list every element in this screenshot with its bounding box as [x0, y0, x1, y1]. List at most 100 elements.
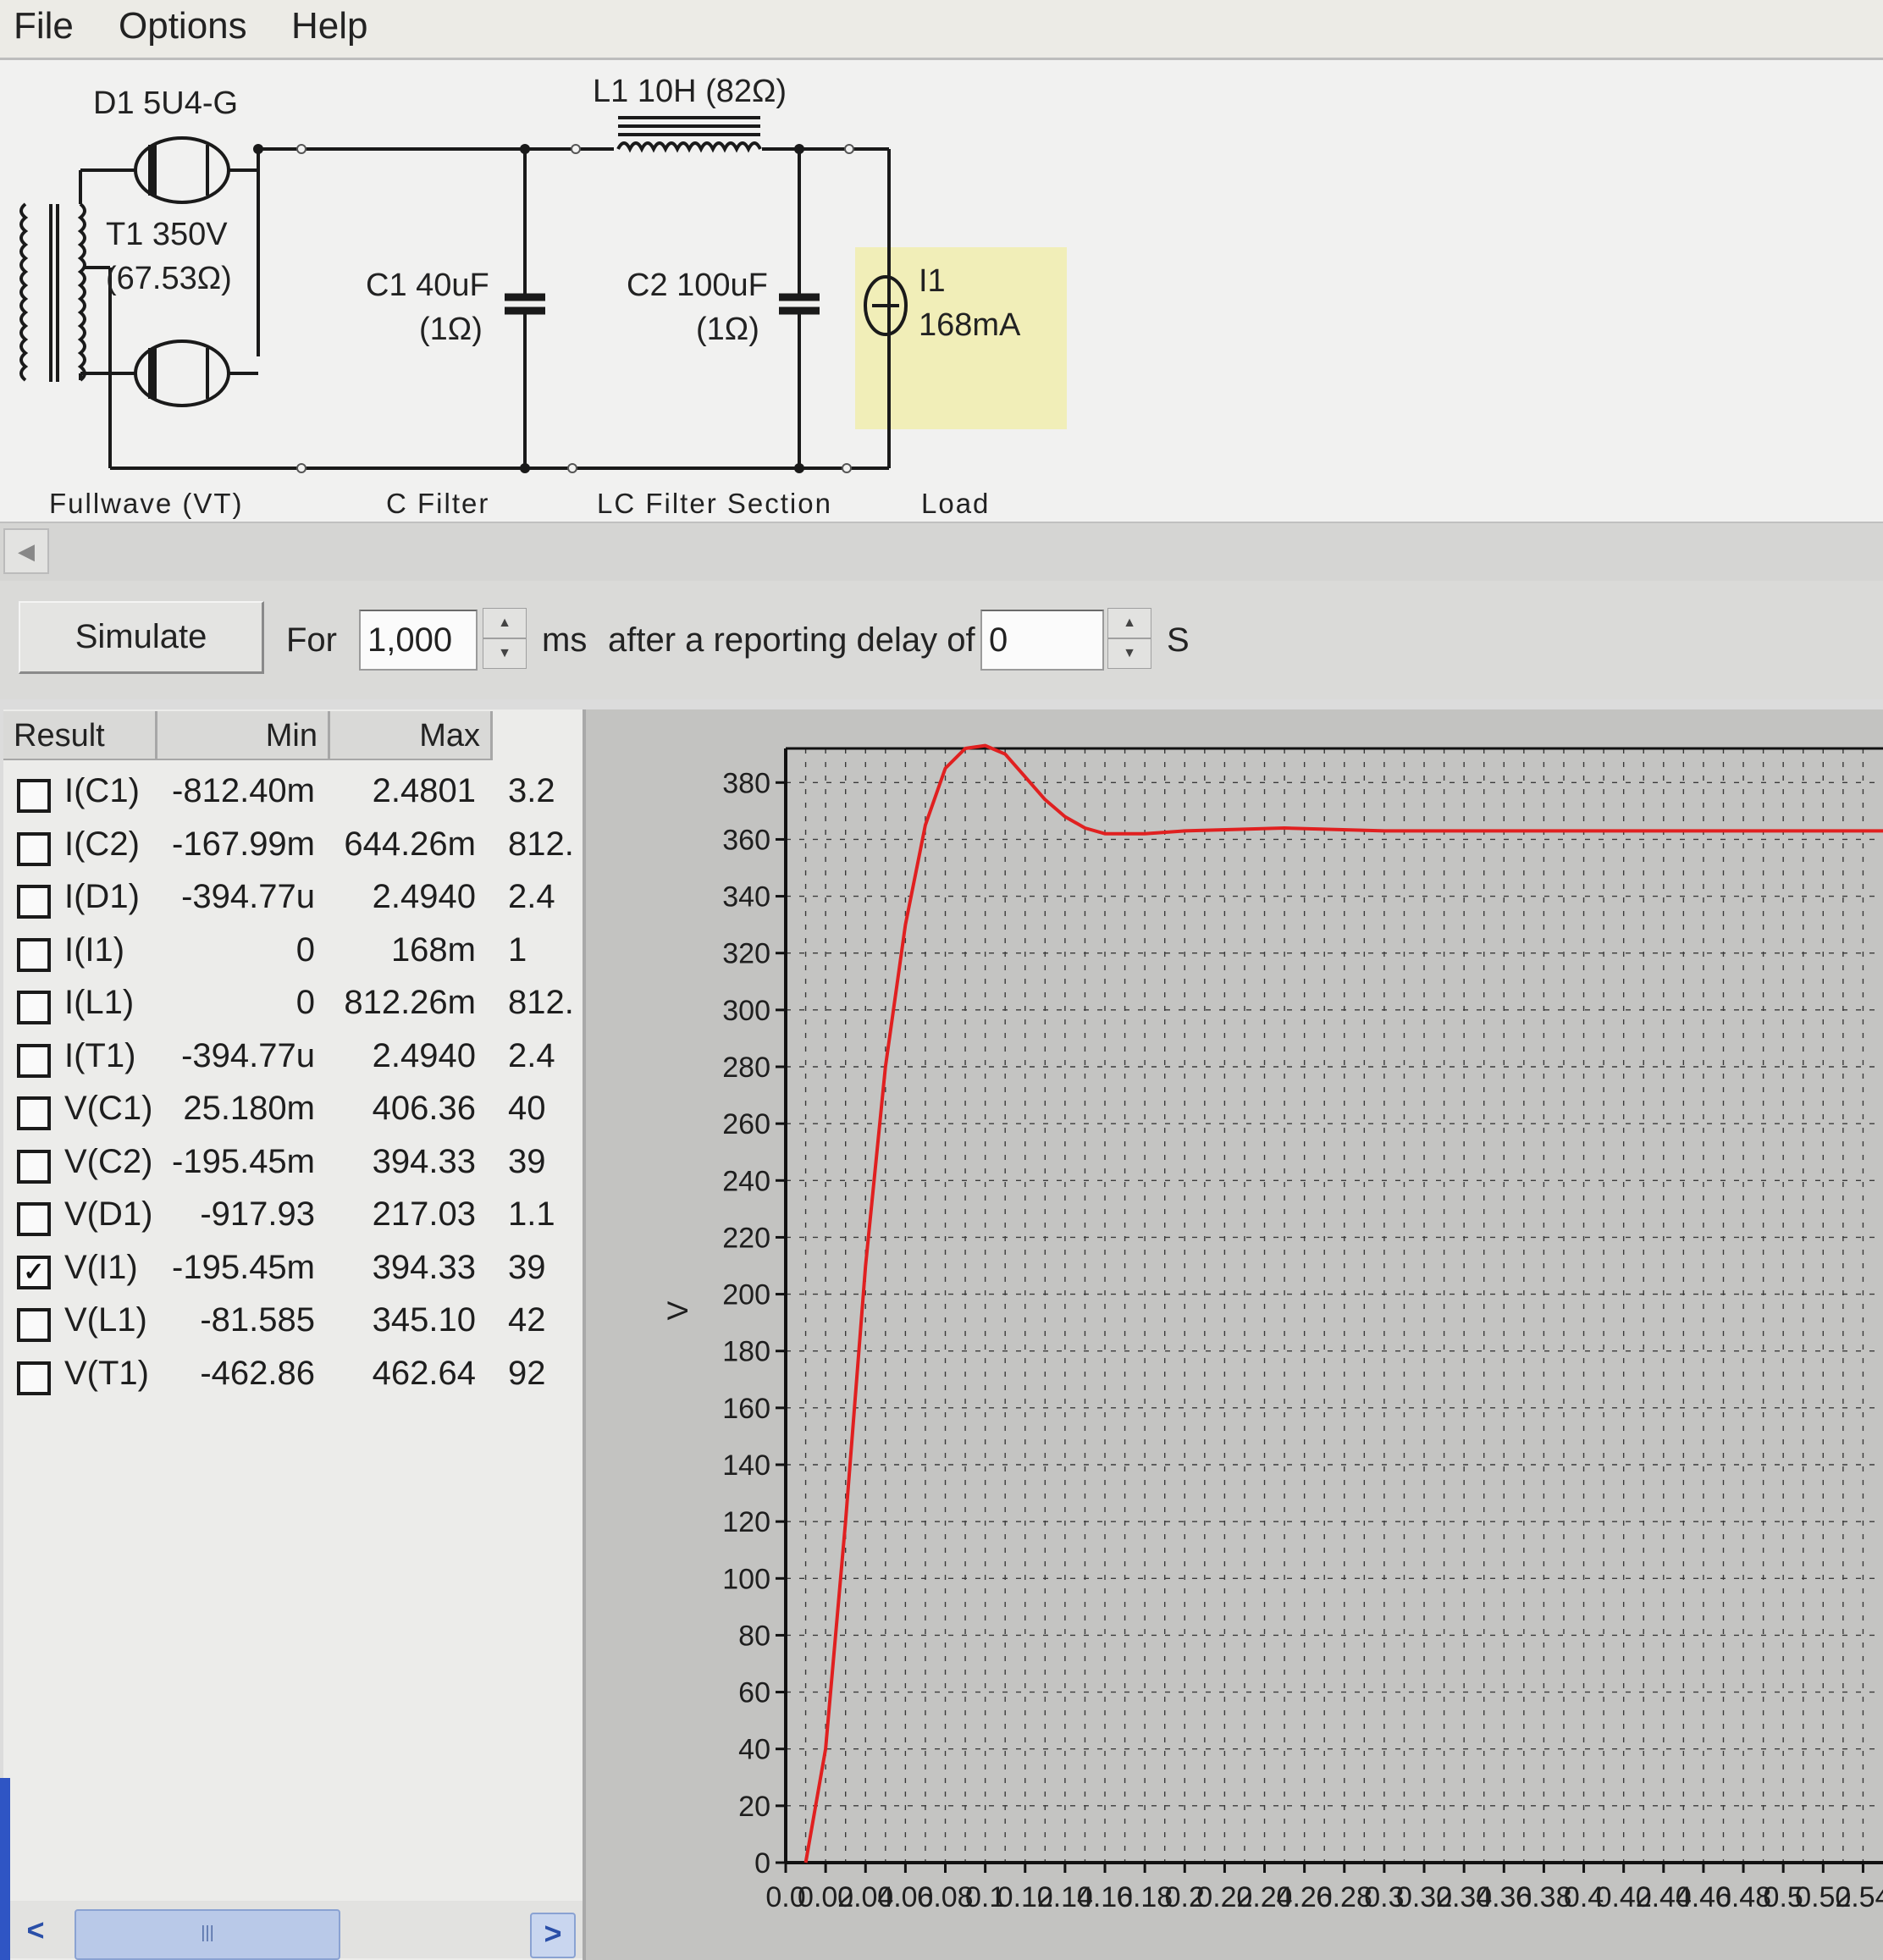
result-checkbox[interactable]	[17, 1202, 51, 1236]
result-row[interactable]: I(L1) 0 812.26m 812.	[3, 980, 583, 1033]
result-name: V(C2)	[64, 1142, 153, 1180]
y-tick-label: 300	[722, 995, 770, 1027]
result-min: 25.180m	[183, 1090, 315, 1127]
result-name: I(C1)	[64, 772, 140, 809]
result-row[interactable]: V(C1) 25.180m 406.36 40	[3, 1086, 583, 1139]
column-min[interactable]: Min	[157, 711, 330, 760]
t1-resistance-label: (67.53Ω)	[106, 261, 232, 296]
result-max: 406.36	[372, 1090, 476, 1127]
result-row[interactable]: V(L1) -81.585 345.10 42	[3, 1298, 583, 1350]
result-checkbox[interactable]	[17, 1149, 51, 1184]
y-tick-label: 0	[754, 1847, 770, 1880]
result-row[interactable]: V(T1) -462.86 462.64 92	[3, 1351, 583, 1404]
result-extra: 1.1	[508, 1195, 555, 1233]
column-max[interactable]: Max	[330, 711, 493, 760]
y-tick-label: 240	[722, 1165, 770, 1197]
t1-label: T1 350V	[106, 217, 228, 252]
result-row[interactable]: I(D1) -394.77u 2.4940 2.4	[3, 875, 583, 927]
c1-label: C1 40uF	[366, 268, 489, 303]
spin-down-icon[interactable]: ▼	[1107, 638, 1151, 669]
result-max: 812.26m	[344, 984, 476, 1021]
transformer-icon	[19, 168, 135, 468]
result-extra: 2.4	[508, 878, 555, 915]
result-min: -917.93	[200, 1195, 315, 1233]
menu-options[interactable]: Options	[119, 5, 247, 47]
results-scrollbar[interactable]: < ||| >	[3, 1901, 583, 1960]
results-list: Result Min Max I(C1) -812.40m 2.4801 3.2 I(C…	[3, 709, 586, 1960]
delay-input[interactable]	[980, 610, 1104, 671]
column-result[interactable]: Result	[3, 711, 157, 760]
result-row[interactable]: I(I1) 0 168m 1	[3, 928, 583, 980]
result-name: V(T1)	[64, 1354, 149, 1392]
result-extra: 3.2	[508, 772, 555, 809]
result-name: I(D1)	[64, 878, 140, 915]
result-row[interactable]: I(T1) -394.77u 2.4940 2.4	[3, 1034, 583, 1086]
y-tick-label: 200	[722, 1279, 770, 1311]
menu-help[interactable]: Help	[291, 5, 368, 47]
result-extra: 39	[508, 1248, 546, 1286]
y-tick-label: 380	[722, 767, 770, 799]
section-fullwave: Fullwave (VT)	[49, 488, 244, 519]
y-tick-label: 100	[722, 1563, 770, 1595]
result-checkbox[interactable]	[17, 1308, 51, 1342]
result-max: 217.03	[372, 1195, 476, 1233]
menu-file[interactable]: File	[14, 5, 74, 47]
c2-label: C2 100uF	[627, 268, 768, 303]
y-axis-label: V	[662, 1300, 694, 1320]
result-name: I(C2)	[64, 825, 140, 863]
result-checkbox[interactable]: ✓	[17, 1255, 51, 1289]
scroll-left-arrow-icon[interactable]: ◀	[3, 528, 49, 574]
scroll-left-arrow-icon[interactable]: <	[15, 1913, 56, 1955]
result-checkbox[interactable]	[17, 1361, 51, 1395]
delay-spinner[interactable]: ▲ ▼	[1107, 608, 1151, 672]
chart-svg: 0 20 40 60 80 100 120 140 160 180 200 220 240 260 280 3…	[662, 743, 1883, 1913]
duration-spinner[interactable]: ▲ ▼	[483, 608, 527, 672]
result-min: -195.45m	[172, 1248, 315, 1286]
result-extra: 812.	[508, 825, 574, 863]
result-checkbox[interactable]	[17, 831, 51, 866]
result-extra: 92	[508, 1354, 546, 1392]
result-min: 0	[295, 930, 315, 969]
scroll-right-arrow-icon[interactable]: >	[530, 1913, 576, 1958]
current-source-icon	[864, 275, 908, 336]
spin-up-icon[interactable]: ▲	[1107, 608, 1151, 638]
result-extra: 42	[508, 1301, 546, 1339]
result-checkbox[interactable]	[17, 991, 51, 1024]
y-tick-label: 360	[722, 824, 770, 856]
y-tick-label: 260	[722, 1108, 770, 1140]
y-tick-label: 280	[722, 1052, 770, 1084]
result-checkbox[interactable]	[17, 779, 51, 813]
result-min: -167.99m	[172, 825, 315, 863]
result-min: -394.77u	[181, 878, 315, 915]
spin-up-icon[interactable]: ▲	[483, 608, 527, 638]
d1-label: D1 5U4-G	[93, 86, 239, 121]
scroll-thumb[interactable]: |||	[75, 1909, 340, 1960]
result-checkbox[interactable]	[17, 1043, 51, 1078]
c1-resistance-label: (1Ω)	[419, 312, 483, 347]
l1-label: L1 10H (82Ω)	[593, 74, 787, 109]
spin-down-icon[interactable]: ▼	[483, 638, 527, 669]
duration-input[interactable]	[359, 610, 478, 671]
result-checkbox[interactable]	[17, 937, 51, 972]
result-row[interactable]: I(C2) -167.99m 644.26m 812.	[3, 822, 583, 875]
delay-unit: S	[1167, 621, 1190, 659]
section-load: Load	[921, 488, 991, 519]
result-row[interactable]: ✓ V(I1) -195.45m 394.33 39	[3, 1245, 583, 1298]
result-max: 394.33	[372, 1142, 476, 1180]
menu-bar: File Options Help	[0, 0, 1883, 60]
result-max: 2.4940	[372, 1036, 476, 1074]
circuit-schematic: D1 5U4-G T1 350V (67.53Ω) L1 10H (82Ω) C…	[0, 60, 1883, 522]
result-checkbox[interactable]	[17, 885, 51, 919]
simulate-button[interactable]: Simulate	[19, 601, 264, 674]
result-min: -81.585	[200, 1301, 315, 1339]
y-tick-label: 340	[722, 881, 770, 914]
result-row[interactable]: V(D1) -917.93 217.03 1.1	[3, 1192, 583, 1245]
result-row[interactable]: V(C2) -195.45m 394.33 39	[3, 1140, 583, 1192]
result-row[interactable]: I(C1) -812.40m 2.4801 3.2	[3, 769, 583, 821]
schematic-scrollbar[interactable]: ◀	[0, 522, 1883, 582]
result-checkbox[interactable]	[17, 1096, 51, 1130]
result-max: 462.64	[372, 1354, 476, 1392]
y-tick-label: 20	[738, 1791, 770, 1823]
result-extra: 1	[508, 930, 527, 969]
result-name: I(I1)	[64, 930, 125, 969]
